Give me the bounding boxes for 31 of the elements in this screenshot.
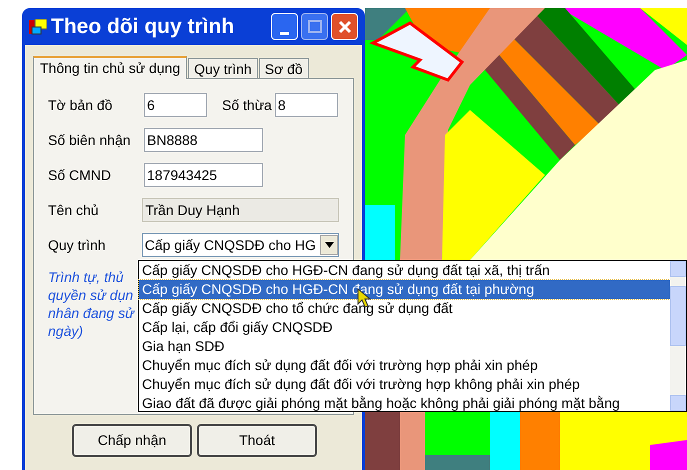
minimize-button[interactable]	[271, 13, 298, 40]
field-label: Số CMND	[48, 166, 112, 184]
process-description: Trình tự, thủ quyền sử dụn nhân đang sử ngày)	[48, 268, 136, 340]
input-field[interactable]: 8	[274, 93, 338, 117]
field-label: Tên chủ	[48, 200, 100, 220]
close-button[interactable]	[331, 13, 358, 40]
field-label: Số biên nhận	[48, 130, 132, 150]
tab[interactable]: Quy trình	[188, 58, 258, 78]
dropdown-option[interactable]: Chuyển mục đích sử dụng đất đối với trường hợp không phải xin phép	[139, 375, 670, 394]
window-title: Theo dõi quy trình	[51, 14, 234, 40]
dropdown-option[interactable]: Cấp giấy CNQSDĐ cho HGĐ-CN đang sử dụng đất tại xã, thị trấn	[139, 261, 670, 280]
field-label: Quy trình	[48, 236, 107, 255]
maximize-button[interactable]	[301, 13, 328, 40]
input-field[interactable]: 187943425	[144, 163, 263, 187]
dialog-button[interactable]: Chấp nhận	[72, 424, 192, 457]
dropdown-option[interactable]: Cấp lại, cấp đổi giấy CNQSDĐ	[139, 318, 670, 337]
field-label: Tờ bản đồ	[48, 96, 114, 114]
scrollbar[interactable]	[670, 261, 686, 411]
app-icon	[29, 18, 47, 34]
dropdown-option[interactable]: Cấp giấy CNQSDĐ cho tổ chức đang sử dụng đất	[139, 299, 670, 318]
dropdown-option[interactable]: Giao đất đã được giải phóng mặt bằng hoặc không phải giải phóng mặt bằng	[139, 394, 670, 413]
dropdown-option[interactable]: Chuyển mục đích sử dụng đất đối với trường hợp phải xin phép	[139, 356, 670, 375]
dropdown-option[interactable]: Gia hạn SDĐ	[139, 337, 670, 356]
input-field[interactable]: BN8888	[144, 128, 263, 152]
process-combo[interactable]: Cấp giấy CNQSDĐ cho HG	[142, 233, 339, 257]
input-field[interactable]: 6	[144, 93, 207, 117]
field-label: Số thừa	[222, 96, 272, 114]
tab[interactable]: Thông tin chủ sử dụng	[33, 56, 188, 79]
close-icon	[336, 18, 352, 34]
dialog-button[interactable]: Thoát	[197, 424, 317, 457]
tab[interactable]: Sơ đồ	[258, 58, 309, 78]
